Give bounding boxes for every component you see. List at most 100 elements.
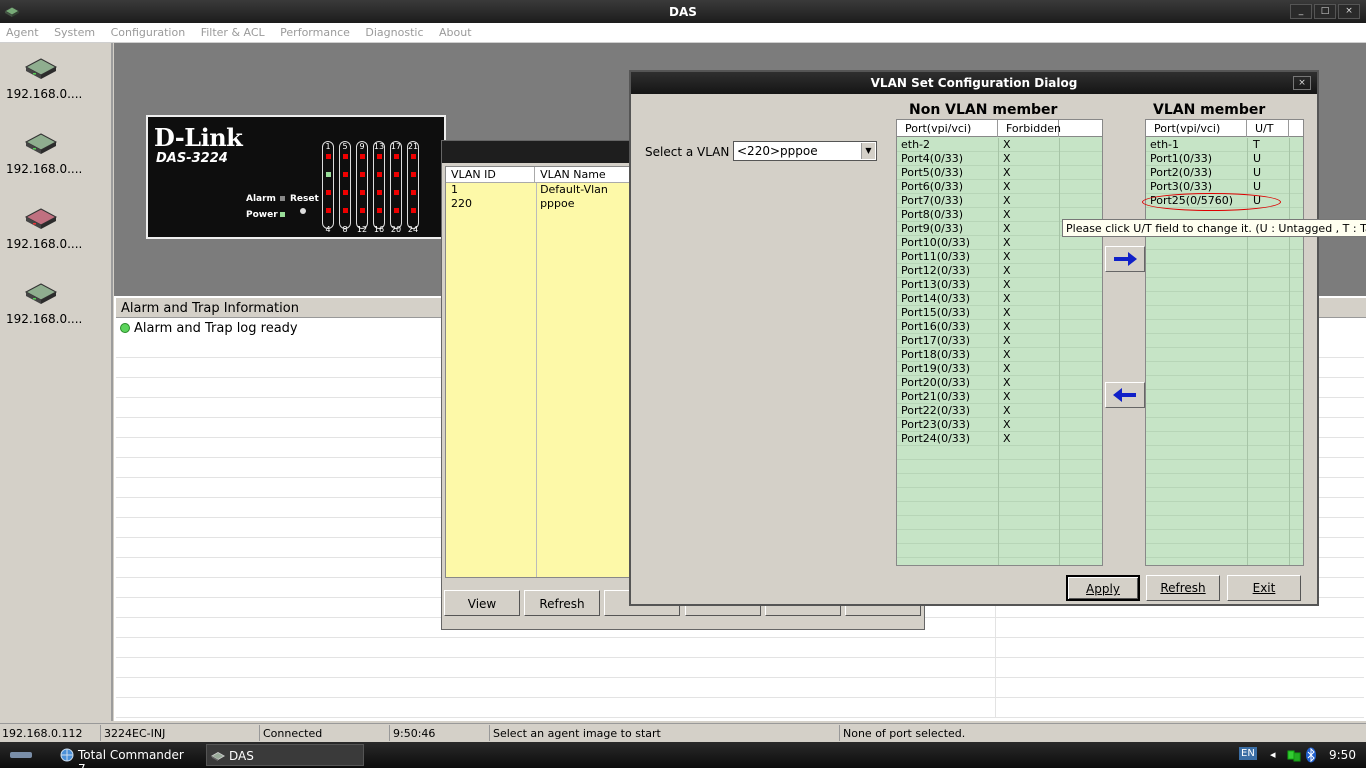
vlan-row[interactable]: 1 Default-Vlan — [446, 183, 634, 197]
forbidden-cell[interactable]: X — [1003, 236, 1011, 249]
member-row[interactable]: Port2(0/33) U — [1146, 166, 1303, 180]
non-member-row[interactable]: Port24(0/33) X — [897, 432, 1102, 446]
non-member-row[interactable]: Port11(0/33) X — [897, 250, 1102, 264]
forbidden-cell[interactable]: X — [1003, 194, 1011, 207]
close-button[interactable]: × — [1338, 4, 1360, 19]
vlan-row[interactable]: 220 pppoe — [446, 197, 634, 211]
member-table[interactable]: Port(vpi/vci) U/T eth-1 T Port1(0/33) U Port… — [1145, 119, 1304, 566]
vlan-refresh-button[interactable]: Refresh — [524, 590, 600, 616]
non-member-row[interactable]: Port15(0/33) X — [897, 306, 1102, 320]
forbidden-cell[interactable]: X — [1003, 376, 1011, 389]
member-row[interactable]: Port1(0/33) U — [1146, 152, 1303, 166]
port-group[interactable] — [390, 141, 402, 229]
menu-performance[interactable]: Performance — [274, 23, 356, 39]
non-member-row[interactable]: Port5(0/33) X — [897, 166, 1102, 180]
col-forbidden[interactable]: Forbidden — [998, 120, 1061, 137]
clock[interactable]: 9:50 — [1329, 748, 1356, 762]
menu-configuration[interactable]: Configuration — [105, 23, 192, 39]
non-member-row[interactable]: Port16(0/33) X — [897, 320, 1102, 334]
non-member-row[interactable]: Port21(0/33) X — [897, 390, 1102, 404]
device-front-panel[interactable]: D-Link DAS-3224 Alarm Reset Power 1 5 9 … — [146, 115, 446, 239]
col-port[interactable]: Port(vpi/vci) — [1146, 120, 1247, 137]
start-button[interactable] — [10, 752, 32, 758]
forbidden-cell[interactable]: X — [1003, 152, 1011, 165]
maximize-button[interactable]: □ — [1314, 4, 1336, 19]
port-group[interactable] — [407, 141, 419, 229]
forbidden-cell[interactable]: X — [1003, 432, 1011, 445]
ut-cell[interactable]: U — [1253, 166, 1261, 179]
agent-item[interactable]: 192.168.0.... — [6, 47, 96, 117]
non-member-row[interactable]: Port13(0/33) X — [897, 278, 1102, 292]
agent-item[interactable]: 192.168.0.... — [6, 272, 96, 342]
forbidden-cell[interactable]: X — [1003, 180, 1011, 193]
forbidden-cell[interactable]: X — [1003, 222, 1011, 235]
forbidden-cell[interactable]: X — [1003, 264, 1011, 277]
forbidden-cell[interactable]: X — [1003, 362, 1011, 375]
vlan-list-table[interactable]: VLAN ID VLAN Name 1 Default-Vlan 220 ppp… — [445, 166, 635, 578]
forbidden-cell[interactable]: X — [1003, 250, 1011, 263]
col-ut[interactable]: U/T — [1247, 120, 1289, 137]
agent-item[interactable]: 192.168.0.... — [6, 122, 96, 192]
vlan-select[interactable]: <220>pppoe ▼ — [733, 141, 877, 161]
port-group[interactable] — [356, 141, 368, 229]
dialog-close-button[interactable]: × — [1293, 76, 1311, 90]
minimize-button[interactable]: _ — [1290, 4, 1312, 19]
forbidden-cell[interactable]: X — [1003, 418, 1011, 431]
forbidden-cell[interactable]: X — [1003, 166, 1011, 179]
non-member-row[interactable]: Port4(0/33) X — [897, 152, 1102, 166]
network-icon[interactable] — [1287, 748, 1301, 762]
col-port[interactable]: Port(vpi/vci) — [897, 120, 998, 137]
exit-button[interactable]: Exit — [1227, 575, 1301, 601]
non-member-row[interactable]: Port23(0/33) X — [897, 418, 1102, 432]
non-member-row[interactable]: eth-2 X — [897, 138, 1102, 152]
agent-item[interactable]: 192.168.0.... — [6, 197, 96, 267]
forbidden-cell[interactable]: X — [1003, 334, 1011, 347]
non-member-row[interactable]: Port19(0/33) X — [897, 362, 1102, 376]
taskbar-item-total-commander[interactable]: Total Commander 7.... — [56, 744, 198, 768]
menu-filter-acl[interactable]: Filter & ACL — [195, 23, 271, 39]
non-member-row[interactable]: Port20(0/33) X — [897, 376, 1102, 390]
non-member-row[interactable]: Port6(0/33) X — [897, 180, 1102, 194]
forbidden-cell[interactable]: X — [1003, 390, 1011, 403]
chevron-down-icon[interactable]: ▼ — [861, 143, 875, 159]
menu-diagnostic[interactable]: Diagnostic — [359, 23, 429, 39]
non-member-row[interactable]: Port22(0/33) X — [897, 404, 1102, 418]
forbidden-cell[interactable]: X — [1003, 208, 1011, 221]
apply-button[interactable]: Apply — [1066, 575, 1140, 601]
bluetooth-icon[interactable] — [1305, 747, 1317, 763]
non-member-row[interactable]: Port12(0/33) X — [897, 264, 1102, 278]
forbidden-cell[interactable]: X — [1003, 320, 1011, 333]
ut-cell[interactable]: U — [1253, 152, 1261, 165]
port-group[interactable] — [373, 141, 385, 229]
reset-button[interactable] — [300, 208, 306, 214]
refresh-button[interactable]: Refresh — [1146, 575, 1220, 601]
menu-agent[interactable]: Agent — [0, 23, 45, 39]
forbidden-cell[interactable]: X — [1003, 292, 1011, 305]
non-member-row[interactable]: Port17(0/33) X — [897, 334, 1102, 348]
non-member-table[interactable]: Port(vpi/vci) Forbidden eth-2 X Port4(0/33… — [896, 119, 1103, 566]
port-group[interactable] — [322, 141, 334, 229]
non-member-row[interactable]: Port18(0/33) X — [897, 348, 1102, 362]
port-group[interactable] — [339, 141, 351, 229]
forbidden-cell[interactable]: X — [1003, 306, 1011, 319]
forbidden-cell[interactable]: X — [1003, 278, 1011, 291]
remove-member-button[interactable] — [1105, 382, 1145, 408]
ut-cell[interactable]: U — [1253, 180, 1261, 193]
non-member-row[interactable]: Port7(0/33) X — [897, 194, 1102, 208]
language-indicator[interactable]: EN — [1239, 747, 1257, 760]
menu-about[interactable]: About — [433, 23, 478, 39]
ut-cell[interactable]: T — [1253, 138, 1260, 151]
col-vlan-name[interactable]: VLAN Name — [535, 167, 634, 182]
chevron-left-icon[interactable]: ◂ — [1270, 748, 1276, 761]
forbidden-cell[interactable]: X — [1003, 404, 1011, 417]
menu-system[interactable]: System — [48, 23, 101, 39]
taskbar-item-das[interactable]: DAS — [206, 744, 364, 766]
member-row[interactable]: eth-1 T — [1146, 138, 1303, 152]
add-member-button[interactable] — [1105, 246, 1145, 272]
member-row[interactable]: Port3(0/33) U — [1146, 180, 1303, 194]
non-member-row[interactable]: Port10(0/33) X — [897, 236, 1102, 250]
forbidden-cell[interactable]: X — [1003, 348, 1011, 361]
col-vlan-id[interactable]: VLAN ID — [446, 167, 536, 182]
non-member-row[interactable]: Port14(0/33) X — [897, 292, 1102, 306]
view-button[interactable]: View — [444, 590, 520, 616]
